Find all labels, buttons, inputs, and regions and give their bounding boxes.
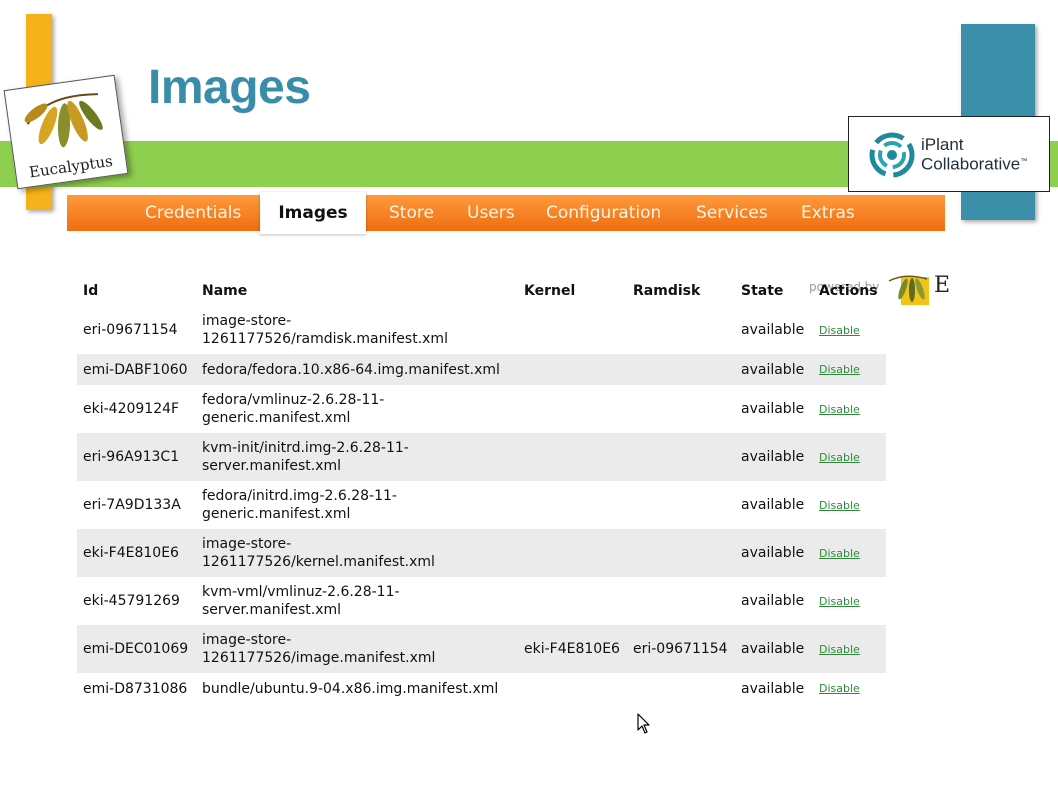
disable-link[interactable]: Disable — [819, 595, 860, 608]
table-row: eri-09671154 image-store- 1261177526/ramd… — [77, 306, 886, 354]
column-header-name: Name — [202, 283, 248, 299]
tab-services[interactable]: Services — [696, 195, 768, 231]
cell-name: image-store- 1261177526/image.manifest.xm… — [196, 625, 518, 673]
iplant-logo-line2: Collaborative™ — [921, 154, 1028, 174]
table-row: emi-DABF1060 fedora/fedora.10.x86-64.img… — [77, 354, 886, 385]
table-row: eki-F4E810E6 image-store- 1261177526/kern… — [77, 529, 886, 577]
iplant-logo-line1: iPlant — [921, 135, 964, 154]
cell-ramdisk — [627, 306, 735, 354]
cell-state: available — [735, 433, 813, 481]
cell-ramdisk — [627, 673, 735, 704]
cell-ramdisk — [627, 529, 735, 577]
cell-state: available — [735, 625, 813, 673]
cell-state: available — [741, 680, 805, 697]
cell-kernel — [518, 673, 627, 704]
cell-name: kvm-init/initrd.img-2.6.28-11- server.man… — [196, 433, 518, 481]
cell-kernel — [518, 433, 627, 481]
tab-extras[interactable]: Extras — [801, 195, 855, 231]
cell-name: bundle/ubuntu.9-04.x86.img.manifest.xml — [202, 680, 499, 697]
disable-link[interactable]: Disable — [819, 499, 860, 512]
disable-link[interactable]: Disable — [819, 403, 860, 416]
tab-store[interactable]: Store — [389, 195, 434, 231]
cell-name: kvm-vml/vmlinuz-2.6.28-11- server.manifes… — [202, 584, 400, 618]
cell-state: available — [735, 354, 813, 385]
disable-link[interactable]: Disable — [819, 643, 860, 656]
disable-link[interactable]: Disable — [819, 547, 860, 560]
cell-actions: Disable — [813, 306, 886, 354]
iplant-logo: iPlant Collaborative™ — [848, 116, 1050, 192]
table-row: eki-45791269 kvm-vml/vmlinuz-2.6.28-11- s… — [77, 577, 886, 625]
cell-actions: Disable — [813, 673, 886, 704]
column-header-id: Id — [83, 283, 99, 299]
table-row: emi-D8731086 bundle/ubuntu.9-04.x86.img.… — [77, 673, 886, 704]
cell-id: eri-96A913C1 — [77, 433, 196, 481]
cell-id: eri-7A9D133A — [83, 497, 181, 513]
cell-actions: Disable — [813, 385, 886, 433]
tab-configuration[interactable]: Configuration — [546, 195, 661, 231]
iplant-logo-text: iPlant Collaborative™ — [921, 136, 1027, 173]
cell-ramdisk — [627, 385, 735, 433]
tab-images[interactable]: Images — [260, 192, 366, 234]
cell-id: eki-4209124F — [83, 401, 180, 417]
tab-users[interactable]: Users — [467, 195, 515, 231]
cell-state: available — [741, 401, 805, 417]
cell-state: available — [741, 322, 805, 338]
eucalyptus-small-logo-icon — [888, 275, 929, 305]
cell-kernel — [518, 306, 627, 354]
cell-ramdisk — [627, 577, 735, 625]
cell-actions: Disable — [813, 625, 886, 673]
cell-kernel — [518, 481, 627, 529]
cell-state: available — [735, 529, 813, 577]
disable-link[interactable]: Disable — [819, 451, 860, 464]
cell-actions: Disable — [813, 481, 886, 529]
cell-name: fedora/vmlinuz-2.6.28-11- generic.manifes… — [202, 392, 385, 426]
disable-link[interactable]: Disable — [819, 324, 860, 337]
cell-ramdisk — [627, 433, 735, 481]
cell-id: eri-09671154 — [83, 322, 178, 338]
cell-ramdisk: eri-09671154 — [627, 625, 735, 673]
main-nav: Credentials Images Store Users Configura… — [67, 192, 945, 234]
table-header-row: Id Name Kernel Ramdisk State Actions — [77, 276, 886, 306]
column-header-state: State — [741, 283, 784, 299]
table-row: eri-96A913C1 kvm-init/initrd.img-2.6.28-… — [77, 433, 886, 481]
cell-kernel — [518, 385, 627, 433]
cell-kernel: eki-F4E810E6 — [518, 625, 627, 673]
cell-actions: Disable — [813, 354, 886, 385]
cell-actions: Disable — [813, 577, 886, 625]
cell-state: available — [741, 497, 805, 513]
slide-title: Images — [148, 61, 311, 114]
tab-credentials[interactable]: Credentials — [145, 195, 241, 231]
cell-state: available — [741, 593, 805, 609]
cell-name: fedora/fedora.10.x86-64.img.manifest.xml — [196, 354, 518, 385]
column-header-ramdisk: Ramdisk — [633, 283, 701, 299]
cell-ramdisk — [627, 481, 735, 529]
column-header-kernel: Kernel — [524, 283, 576, 299]
cell-kernel — [518, 529, 627, 577]
cell-id: emi-D8731086 — [83, 680, 188, 697]
powered-by-brand: E — [934, 273, 951, 298]
table-row: eri-7A9D133A fedora/initrd.img-2.6.28-11… — [77, 481, 886, 529]
cell-name: image-store- 1261177526/ramdisk.manifest.… — [202, 313, 448, 347]
table-row: emi-DEC01069 image-store- 1261177526/imag… — [77, 625, 886, 673]
cell-actions: Disable — [813, 433, 886, 481]
cell-name: image-store- 1261177526/kernel.manifest.x… — [196, 529, 518, 577]
cell-id: emi-DABF1060 — [77, 354, 196, 385]
cell-id: emi-DEC01069 — [77, 625, 196, 673]
cell-kernel — [518, 577, 627, 625]
cell-id: eki-F4E810E6 — [77, 529, 196, 577]
disable-link[interactable]: Disable — [819, 363, 860, 376]
cell-ramdisk — [627, 354, 735, 385]
eucalyptus-leaves-icon — [24, 93, 103, 148]
images-table: Id Name Kernel Ramdisk State Actions eri… — [77, 276, 886, 704]
eucalyptus-logo: Eucalyptus — [3, 74, 129, 190]
cell-actions: Disable — [813, 529, 886, 577]
column-header-actions: Actions — [819, 283, 878, 299]
disable-link[interactable]: Disable — [819, 682, 860, 695]
cell-name: fedora/initrd.img-2.6.28-11- generic.mani… — [202, 488, 397, 522]
table-row: eki-4209124F fedora/vmlinuz-2.6.28-11- ge… — [77, 385, 886, 433]
mouse-pointer-icon — [637, 713, 650, 734]
cell-kernel — [518, 354, 627, 385]
cell-id: eki-45791269 — [83, 593, 180, 609]
iplant-swirl-icon — [869, 132, 915, 178]
